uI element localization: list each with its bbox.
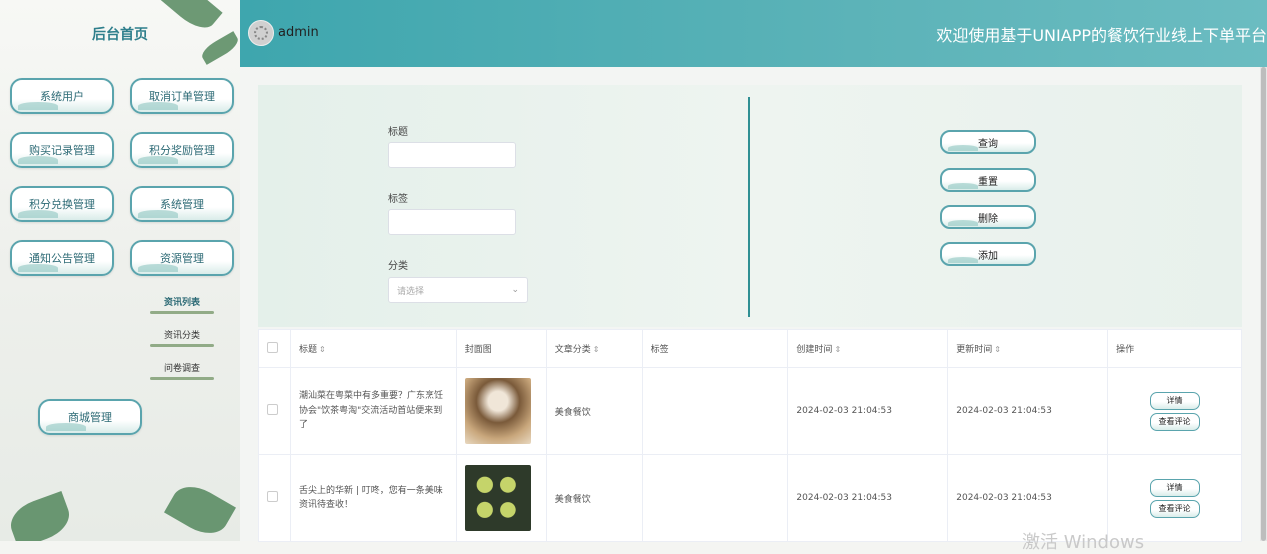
title-label: 标题 <box>388 127 408 138</box>
view-comments-button[interactable]: 查看评论 <box>1149 412 1200 431</box>
row-category: 美食餐饮 <box>545 367 643 455</box>
sidebar-subitem-news-list[interactable]: 资讯列表 <box>150 295 214 314</box>
detail-button[interactable]: 详情 <box>1149 391 1200 410</box>
row-category: 美食餐饮 <box>545 454 643 542</box>
sidebar-subitem-label: 问卷调查 <box>163 364 200 374</box>
leaf-decoration <box>198 31 240 65</box>
col-cover: 封面图 <box>455 329 547 368</box>
row-checkbox[interactable] <box>267 491 278 502</box>
add-button-label: 添加 <box>978 250 998 262</box>
select-all-checkbox[interactable] <box>267 341 278 353</box>
reset-button-label: 重置 <box>978 176 998 188</box>
col-category-label: 文章分类 <box>554 345 591 355</box>
avatar[interactable] <box>248 20 274 46</box>
row-select-cell <box>258 367 291 455</box>
col-title[interactable]: 标题 ⇕ <box>289 329 457 368</box>
sort-icon: ⇕ <box>834 345 842 354</box>
leaf-decoration <box>4 490 76 541</box>
tag-label: 标签 <box>388 194 408 205</box>
row-updated: 2024-02-03 21:04:53 <box>947 367 1109 455</box>
select-all-cell <box>258 329 291 368</box>
cover-image <box>464 378 531 444</box>
cover-image <box>464 465 531 531</box>
sidebar-item-points-exchange[interactable]: 积分兑换管理 <box>10 186 114 222</box>
query-button[interactable]: 查询 <box>940 130 1036 154</box>
sidebar-item-notices[interactable]: 通知公告管理 <box>10 240 114 276</box>
scrollbar-thumb[interactable] <box>1261 67 1266 541</box>
sidebar: 后台首页 系统用户 取消订单管理 购买记录管理 积分奖励管理 积分兑换管理 系统… <box>0 0 240 541</box>
row-cover <box>455 367 547 455</box>
col-tags: 标签 <box>641 329 789 368</box>
windows-activation-watermark: 激活 Windows <box>1022 532 1145 553</box>
row-checkbox[interactable] <box>267 404 278 415</box>
col-created-label: 创建时间 <box>796 345 833 355</box>
category-placeholder: 请选择 <box>397 286 425 297</box>
detail-button[interactable]: 详情 <box>1149 478 1200 497</box>
username: admin <box>278 25 319 40</box>
col-updated[interactable]: 更新时间 ⇕ <box>947 329 1109 368</box>
col-title-label: 标题 <box>298 345 317 355</box>
col-cover-label: 封面图 <box>464 345 492 355</box>
main-content: 标题 标签 分类 请选择 ⌄ 查询 重置 删除 添加 标题 ⇕ 封面图 文章分类 ⇕… <box>240 67 1260 542</box>
col-actions-label: 操作 <box>1116 345 1135 355</box>
divider <box>748 97 750 317</box>
table-row: 潮汕菜在粤菜中有多重要？广东烹饪协会"饮茶粤淘"交流活动首站便来到了 美食餐饮 … <box>258 367 1242 455</box>
col-actions: 操作 <box>1107 329 1242 368</box>
sidebar-item-purchase-records[interactable]: 购买记录管理 <box>10 132 114 168</box>
sort-icon: ⇕ <box>319 345 326 354</box>
leaf-decoration <box>164 477 236 541</box>
delete-button[interactable]: 删除 <box>940 205 1036 229</box>
sidebar-subitem-label: 资讯列表 <box>163 298 200 308</box>
col-created[interactable]: 创建时间 ⇕ <box>787 329 949 368</box>
row-created: 2024-02-03 21:04:53 <box>787 454 949 542</box>
sidebar-item-system-users[interactable]: 系统用户 <box>10 78 114 114</box>
sidebar-subitem-label: 资讯分类 <box>163 331 200 341</box>
row-select-cell <box>258 454 291 542</box>
search-panel: 标题 标签 分类 请选择 ⌄ 查询 重置 删除 添加 <box>258 85 1242 327</box>
view-comments-button[interactable]: 查看评论 <box>1149 499 1200 518</box>
chevron-down-icon: ⌄ <box>511 285 519 295</box>
row-title: 潮汕菜在粤菜中有多重要？广东烹饪协会"饮茶粤淘"交流活动首站便来到了 <box>289 367 457 455</box>
sidebar-subitem-survey[interactable]: 问卷调查 <box>150 361 214 380</box>
sidebar-item-system-management[interactable]: 系统管理 <box>130 186 234 222</box>
add-button[interactable]: 添加 <box>940 242 1036 266</box>
sidebar-subitem-news-category[interactable]: 资讯分类 <box>150 328 214 347</box>
sort-icon: ⇕ <box>592 345 600 354</box>
top-header: admin 欢迎使用基于UNIAPP的餐饮行业线上下单平台 <box>240 0 1267 67</box>
reset-button[interactable]: 重置 <box>940 168 1036 192</box>
row-tags <box>641 367 789 455</box>
sidebar-item-resources[interactable]: 资源管理 <box>130 240 234 276</box>
col-category[interactable]: 文章分类 ⇕ <box>545 329 643 368</box>
table-header-row: 标题 ⇕ 封面图 文章分类 ⇕ 标签 创建时间 ⇕ 更新时间 ⇕ 操作 <box>258 329 1242 368</box>
sidebar-item-cancel-orders[interactable]: 取消订单管理 <box>130 78 234 114</box>
row-created: 2024-02-03 21:04:53 <box>787 367 949 455</box>
row-cover <box>455 454 547 542</box>
col-tags-label: 标签 <box>650 345 669 355</box>
sort-icon: ⇕ <box>994 345 1001 354</box>
delete-button-label: 删除 <box>978 213 998 225</box>
row-title: 舌尖上的华新 | 叮咚，您有一条美味资讯待查收！ <box>289 454 457 542</box>
sidebar-home-link[interactable]: 后台首页 <box>70 24 170 44</box>
query-button-label: 查询 <box>978 138 998 150</box>
col-updated-label: 更新时间 <box>956 345 993 355</box>
title-input[interactable] <box>388 142 516 168</box>
news-table: 标题 ⇕ 封面图 文章分类 ⇕ 标签 创建时间 ⇕ 更新时间 ⇕ 操作 潮汕菜在粤菜中有… <box>258 329 1242 542</box>
category-select[interactable]: 请选择 ⌄ <box>388 277 528 303</box>
row-tags <box>641 454 789 542</box>
scrollbar[interactable] <box>1260 67 1267 541</box>
sidebar-item-points-rewards[interactable]: 积分奖励管理 <box>130 132 234 168</box>
sidebar-item-mall[interactable]: 商城管理 <box>38 399 142 435</box>
category-label: 分类 <box>388 261 408 272</box>
tag-input[interactable] <box>388 209 516 235</box>
row-actions: 详情 查看评论 <box>1107 367 1242 455</box>
welcome-text: 欢迎使用基于UNIAPP的餐饮行业线上下单平台 <box>936 26 1267 45</box>
